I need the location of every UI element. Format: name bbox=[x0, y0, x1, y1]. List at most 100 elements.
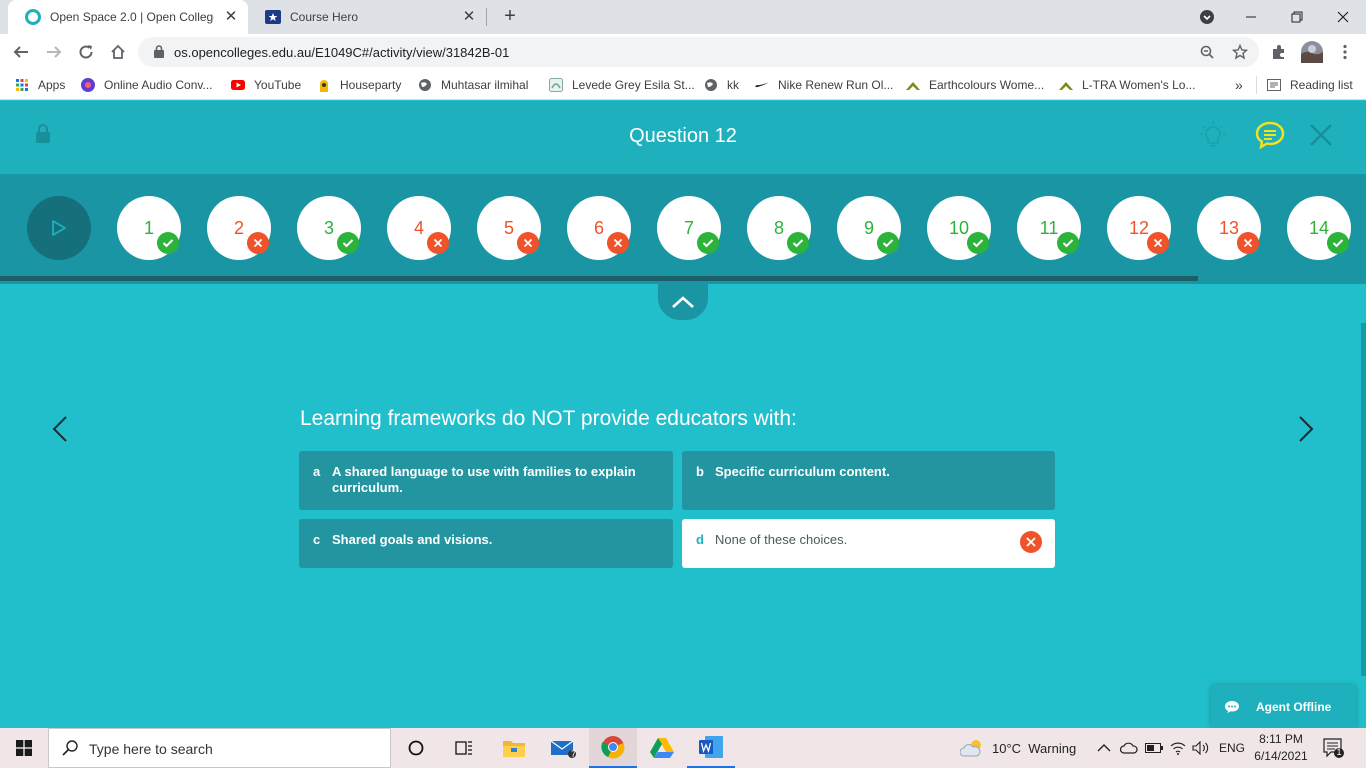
bookmark-label: Apps bbox=[38, 78, 66, 92]
question-number: 4 bbox=[413, 217, 424, 238]
question-11-button[interactable]: 11 bbox=[1017, 196, 1081, 260]
question-6-button[interactable]: 6 bbox=[567, 196, 631, 260]
reading-list-button[interactable]: Reading list bbox=[1267, 76, 1353, 94]
bookmark-earthcolours[interactable]: Earthcolours Wome... bbox=[906, 76, 1044, 94]
question-8-button[interactable]: 8 bbox=[747, 196, 811, 260]
back-button[interactable] bbox=[9, 40, 33, 64]
windows-taskbar: Type here to search 7 10°C Warning ENG 8… bbox=[0, 728, 1366, 768]
tab-search-button[interactable] bbox=[1184, 0, 1230, 34]
question-5-button[interactable]: 5 bbox=[477, 196, 541, 260]
question-10-button[interactable]: 10 bbox=[927, 196, 991, 260]
wifi-button[interactable] bbox=[1170, 728, 1186, 768]
forward-button[interactable] bbox=[42, 40, 66, 64]
extensions-button[interactable] bbox=[1267, 40, 1291, 64]
question-number: 5 bbox=[503, 217, 514, 238]
taskbar-search-input[interactable]: Type here to search bbox=[48, 728, 391, 768]
chrome-taskbar-button[interactable] bbox=[589, 728, 637, 768]
chrome-menu-button[interactable] bbox=[1333, 40, 1357, 64]
question-9-button[interactable]: 9 bbox=[837, 196, 901, 260]
page-scrollbar[interactable] bbox=[1361, 323, 1366, 676]
question-12-button[interactable]: 12 bbox=[1107, 196, 1171, 260]
close-window-button[interactable] bbox=[1320, 0, 1366, 34]
question-number: 10 bbox=[948, 217, 970, 238]
restore-button[interactable] bbox=[1274, 0, 1320, 34]
volume-icon bbox=[1192, 741, 1209, 755]
bookmark-star-icon[interactable] bbox=[1232, 44, 1248, 60]
answer-option-a[interactable]: a A shared language to use with families… bbox=[299, 451, 673, 510]
comment-icon[interactable] bbox=[1255, 121, 1285, 149]
bookmark-apps[interactable]: Apps bbox=[15, 76, 65, 94]
home-button[interactable] bbox=[106, 40, 130, 64]
battery-button[interactable] bbox=[1145, 728, 1163, 768]
minimize-button[interactable] bbox=[1228, 0, 1274, 34]
answer-option-b[interactable]: b Specific curriculum content. bbox=[682, 451, 1055, 510]
reload-button[interactable] bbox=[74, 40, 98, 64]
question-3-button[interactable]: 3 bbox=[297, 196, 361, 260]
zoom-icon[interactable] bbox=[1200, 45, 1214, 59]
lock-icon bbox=[36, 124, 50, 143]
bookmarks-overflow-button[interactable]: » bbox=[1235, 76, 1243, 94]
answer-letter: a bbox=[313, 464, 321, 479]
browser-toolbar: os.opencolleges.edu.au/E1049C#/activity/… bbox=[0, 34, 1366, 70]
answer-option-d[interactable]: d None of these choices. bbox=[682, 519, 1055, 568]
close-quiz-icon[interactable] bbox=[1310, 124, 1332, 146]
profile-button[interactable] bbox=[1300, 40, 1324, 64]
show-hidden-icons-button[interactable] bbox=[1097, 728, 1111, 768]
question-13-button[interactable]: 13 bbox=[1197, 196, 1261, 260]
weather-widget[interactable]: 10°C Warning bbox=[960, 728, 1076, 768]
start-button[interactable] bbox=[0, 728, 48, 768]
address-bar[interactable]: os.opencolleges.edu.au/E1049C#/activity/… bbox=[138, 37, 1259, 67]
question-2-button[interactable]: 2 bbox=[207, 196, 271, 260]
open-colleges-favicon-icon bbox=[25, 9, 41, 25]
close-tab-icon[interactable]: ✕ bbox=[224, 9, 238, 24]
question-number: 6 bbox=[593, 217, 604, 238]
agent-chat-button[interactable]: Agent Offline bbox=[1211, 685, 1356, 728]
file-explorer-button[interactable] bbox=[490, 728, 538, 768]
bookmark-label: L-TRA Women's Lo... bbox=[1082, 78, 1196, 92]
bookmark-nike[interactable]: Nike Renew Run Ol... bbox=[755, 76, 893, 94]
bookmark-kk[interactable]: kk bbox=[704, 76, 739, 94]
collapse-navigator-button[interactable] bbox=[658, 284, 708, 320]
bookmark-l-tra[interactable]: L-TRA Women's Lo... bbox=[1059, 76, 1195, 94]
question-14-button[interactable]: 14 bbox=[1287, 196, 1351, 260]
task-view-button[interactable] bbox=[440, 728, 488, 768]
question-navigator: 1 2 3 4 5 6 7 8 9 10 11 12 13 14 bbox=[0, 174, 1366, 284]
tab-course-hero[interactable]: Course Hero ✕ bbox=[248, 0, 486, 34]
correct-check-icon bbox=[1057, 232, 1079, 254]
answer-option-c[interactable]: c Shared goals and visions. bbox=[299, 519, 673, 568]
more-vertical-icon bbox=[1343, 44, 1347, 60]
question-number: 12 bbox=[1128, 217, 1150, 238]
folder-icon bbox=[503, 741, 525, 757]
hint-lightbulb-icon[interactable] bbox=[1200, 121, 1226, 151]
answer-text: Specific curriculum content. bbox=[715, 464, 890, 479]
bookmark-levede[interactable]: Levede Grey Esila St... bbox=[549, 76, 695, 94]
puzzle-icon bbox=[1273, 45, 1284, 59]
volume-button[interactable] bbox=[1192, 728, 1210, 768]
question-7-button[interactable]: 7 bbox=[657, 196, 721, 260]
cloud-icon bbox=[1120, 742, 1138, 754]
question-number: 7 bbox=[683, 217, 694, 238]
clock[interactable]: 8:11 PM 6/14/2021 bbox=[1252, 728, 1310, 768]
language-indicator[interactable]: ENG bbox=[1219, 728, 1245, 768]
question-4-button[interactable]: 4 bbox=[387, 196, 451, 260]
progress-scrollbar[interactable] bbox=[0, 276, 1198, 281]
play-button[interactable] bbox=[27, 196, 91, 260]
google-drive-button[interactable] bbox=[638, 728, 686, 768]
close-tab-icon[interactable]: ✕ bbox=[462, 9, 476, 24]
bookmark-online-audio-converter[interactable]: Online Audio Conv... bbox=[81, 76, 213, 94]
bookmark-houseparty[interactable]: Houseparty bbox=[317, 76, 401, 94]
tab-open-space[interactable]: Open Space 2.0 | Open Colleges ✕ bbox=[8, 0, 248, 34]
mail-button[interactable]: 7 bbox=[540, 728, 588, 768]
notifications-button[interactable]: 1 bbox=[1323, 728, 1345, 768]
bookmark-youtube[interactable]: YouTube bbox=[231, 76, 301, 94]
correct-check-icon bbox=[1327, 232, 1349, 254]
next-question-chevron-right-icon[interactable] bbox=[1296, 415, 1316, 443]
question-1-button[interactable]: 1 bbox=[117, 196, 181, 260]
onedrive-button[interactable] bbox=[1120, 728, 1138, 768]
new-tab-button[interactable]: + bbox=[500, 6, 520, 27]
word-button[interactable] bbox=[687, 728, 735, 768]
bookmark-muhtasar-ilmihal[interactable]: Muhtasar ilmihal bbox=[418, 76, 528, 94]
previous-question-chevron-left-icon[interactable] bbox=[50, 415, 70, 443]
chevron-up-icon bbox=[672, 296, 694, 308]
cortana-button[interactable] bbox=[392, 728, 440, 768]
